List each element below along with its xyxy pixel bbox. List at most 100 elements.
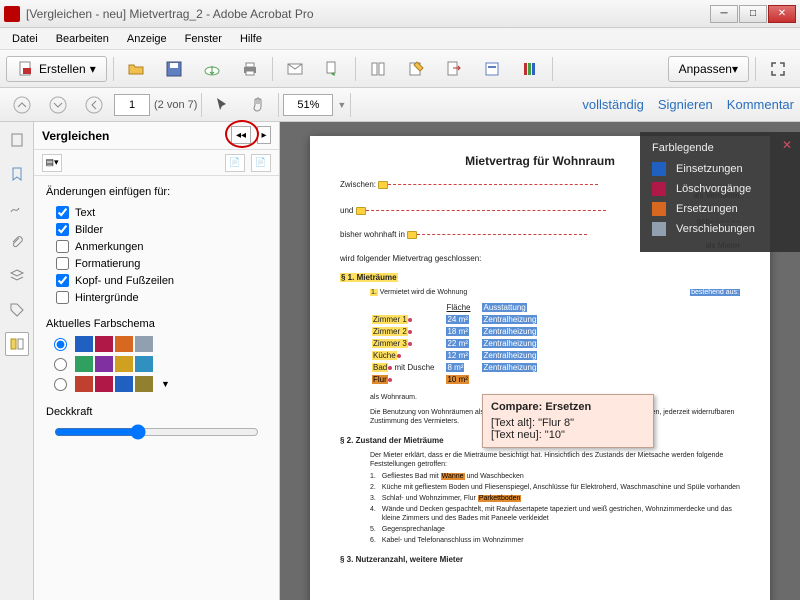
insert-for-label: Änderungen einfügen für: xyxy=(46,186,267,198)
save-button[interactable] xyxy=(158,56,190,82)
page-number-input[interactable] xyxy=(114,94,150,116)
zoom-input[interactable] xyxy=(283,94,333,116)
convert-button[interactable] xyxy=(317,56,349,82)
form-icon xyxy=(483,60,501,78)
options-menu[interactable]: ▤▾ xyxy=(42,154,62,172)
create-button[interactable]: Erstellen▾ xyxy=(6,56,107,82)
link-signieren[interactable]: Signieren xyxy=(658,97,713,112)
scheme-row-1[interactable] xyxy=(54,336,267,352)
print-button[interactable] xyxy=(234,56,266,82)
page-thumb-icon xyxy=(9,132,25,148)
pages-icon xyxy=(369,60,387,78)
rail-signatures[interactable] xyxy=(5,196,29,220)
main-toolbar: Erstellen▾ Anpassen ▾ xyxy=(0,50,800,88)
chk-kopf[interactable]: Kopf- und Fußzeilen xyxy=(56,274,267,287)
rail-attachments[interactable] xyxy=(5,230,29,254)
comment-icon[interactable] xyxy=(356,207,366,215)
hand-tool[interactable] xyxy=(242,92,274,118)
envelope-icon xyxy=(286,60,304,78)
tag-icon xyxy=(9,302,25,318)
page-up-button[interactable] xyxy=(6,92,38,118)
menu-fenster[interactable]: Fenster xyxy=(177,31,230,47)
rail-compare[interactable] xyxy=(5,332,29,356)
paperclip-icon xyxy=(9,234,25,250)
farbschema-label: Aktuelles Farbschema xyxy=(46,318,267,330)
compare-tooltip: Compare: Ersetzen [Text alt]: "Flur 8" [… xyxy=(482,394,654,448)
prev-view-button[interactable] xyxy=(78,92,110,118)
titlebar: [Vergleichen - neu] Mietvertrag_2 - Adob… xyxy=(0,0,800,28)
email-button[interactable] xyxy=(279,56,311,82)
multimedia-icon xyxy=(521,60,539,78)
bookmark-icon xyxy=(9,166,25,182)
select-tool[interactable] xyxy=(206,92,238,118)
scheme-row-3[interactable]: ▼ xyxy=(54,376,267,392)
customize-button[interactable]: Anpassen ▾ xyxy=(668,56,749,82)
menu-datei[interactable]: Datei xyxy=(4,31,46,47)
compare-panel: Vergleichen ◂◂ ▸ ▤▾ 📄 📄 Änderungen einfü… xyxy=(34,122,280,600)
minimize-button[interactable]: ─ xyxy=(710,5,738,23)
close-button[interactable]: ✕ xyxy=(768,5,796,23)
rail-bookmarks[interactable] xyxy=(5,162,29,186)
legend-sw-move xyxy=(652,222,666,236)
rail-tags[interactable] xyxy=(5,298,29,322)
page-down-button[interactable] xyxy=(42,92,74,118)
chk-bilder[interactable]: Bilder xyxy=(56,223,267,236)
compare-icon xyxy=(9,336,25,352)
window-title: [Vergleichen - neu] Mietvertrag_2 - Adob… xyxy=(26,7,710,21)
legend-sw-replace xyxy=(652,202,666,216)
comment-icon[interactable] xyxy=(378,181,388,189)
legend-close-button[interactable]: ✕ xyxy=(782,138,792,152)
opacity-slider[interactable] xyxy=(54,424,259,440)
menubar: Datei Bearbeiten Anzeige Fenster Hilfe xyxy=(0,28,800,50)
color-legend: ✕ Farblegende Einsetzungen Löschvorgänge… xyxy=(640,132,800,252)
new-doc-button[interactable]: 📄 xyxy=(251,154,271,172)
old-doc-button[interactable]: 📄 xyxy=(225,154,245,172)
fullscreen-button[interactable] xyxy=(762,56,794,82)
convert-icon xyxy=(324,60,342,78)
menu-anzeige[interactable]: Anzeige xyxy=(119,31,175,47)
link-kommentar[interactable]: Kommentar xyxy=(727,97,794,112)
menu-hilfe[interactable]: Hilfe xyxy=(232,31,270,47)
chk-hintergruende[interactable]: Hintergründe xyxy=(56,291,267,304)
pages-button[interactable] xyxy=(362,56,394,82)
arrow-left-icon xyxy=(85,96,103,114)
navigation-rail xyxy=(0,122,34,600)
comment-icon[interactable] xyxy=(407,231,417,239)
legend-sw-delete xyxy=(652,182,666,196)
create-pdf-icon xyxy=(17,60,35,78)
deckkraft-label: Deckkraft xyxy=(46,406,267,418)
rail-thumbnails[interactable] xyxy=(5,128,29,152)
scheme-row-2[interactable] xyxy=(54,356,267,372)
next-change-button[interactable]: ▸ xyxy=(257,126,271,144)
hand-icon xyxy=(249,96,267,114)
printer-icon xyxy=(241,60,259,78)
chk-anmerkungen[interactable]: Anmerkungen xyxy=(56,240,267,253)
chk-formatierung[interactable]: Formatierung xyxy=(56,257,267,270)
rail-layers[interactable] xyxy=(5,264,29,288)
arrow-down-icon xyxy=(49,96,67,114)
open-button[interactable] xyxy=(120,56,152,82)
page-count-label: (2 von 7) xyxy=(154,99,197,111)
expand-icon xyxy=(769,60,787,78)
cloud-button[interactable] xyxy=(196,56,228,82)
edit-icon xyxy=(407,60,425,78)
signature-icon xyxy=(9,200,25,216)
legend-title: Farblegende xyxy=(652,142,788,154)
nav-toolbar: (2 von 7) ▼ vollständig Signieren Kommen… xyxy=(0,88,800,122)
menu-bearbeiten[interactable]: Bearbeiten xyxy=(48,31,117,47)
layers-icon xyxy=(9,268,25,284)
cursor-icon xyxy=(213,96,231,114)
page-extract-button[interactable] xyxy=(438,56,470,82)
legend-sw-insert xyxy=(652,162,666,176)
chk-text[interactable]: Text xyxy=(56,206,267,219)
first-change-button[interactable]: ◂◂ xyxy=(231,126,251,144)
page-arrow-icon xyxy=(445,60,463,78)
link-vollstaendig[interactable]: vollständig xyxy=(582,97,643,112)
form-button[interactable] xyxy=(476,56,508,82)
edit-text-button[interactable] xyxy=(400,56,432,82)
arrow-up-icon xyxy=(13,96,31,114)
rainbow-button[interactable] xyxy=(514,56,546,82)
cloud-icon xyxy=(203,60,221,78)
panel-title: Vergleichen xyxy=(42,129,109,143)
maximize-button[interactable]: □ xyxy=(739,5,767,23)
